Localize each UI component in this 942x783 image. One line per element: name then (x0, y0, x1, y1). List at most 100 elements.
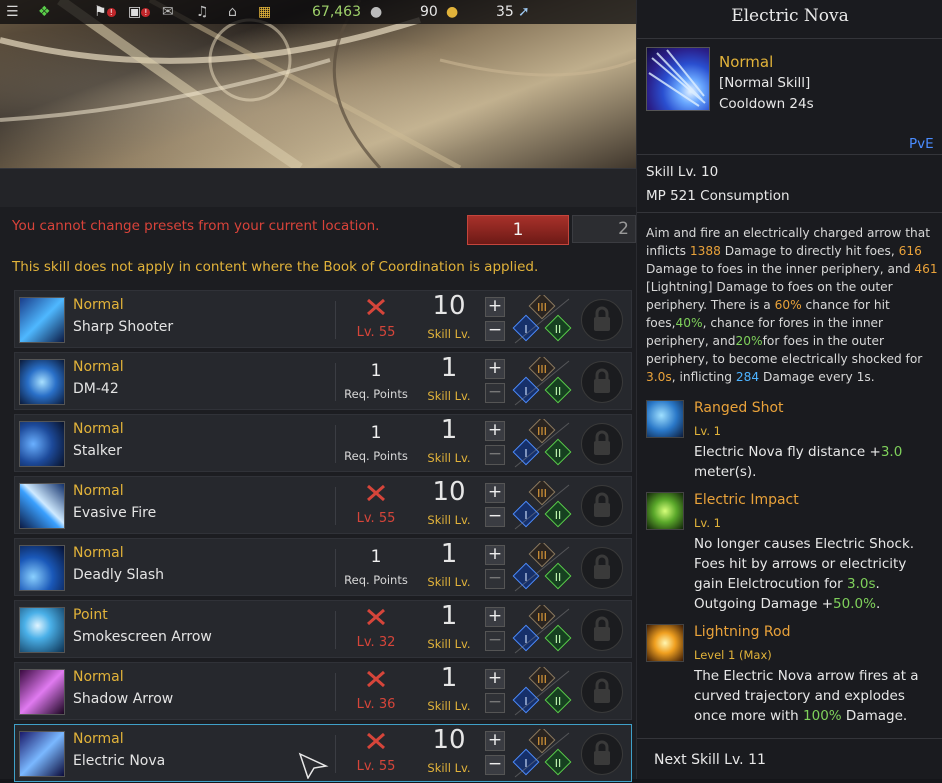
panel-header (0, 168, 636, 207)
level-up-button[interactable]: + (485, 297, 505, 317)
tooltip-mp-cost: MP 521 Consumption (646, 188, 790, 204)
skill-type: Normal (73, 731, 124, 747)
level-down-button[interactable]: − (485, 383, 505, 403)
skill-level-value: 10 (432, 291, 466, 321)
level-up-button[interactable]: + (485, 483, 505, 503)
skill-icon[interactable] (19, 483, 65, 529)
required-level: Lv. 32 (356, 635, 396, 650)
notification-bell-icon[interactable]: ♫ (196, 3, 209, 21)
divider (335, 549, 336, 587)
tripod-selector[interactable]: III I II (511, 295, 573, 347)
skill-type: Normal (73, 359, 124, 375)
tripod-selector[interactable]: III I II (511, 543, 573, 595)
skill-icon[interactable] (19, 607, 65, 653)
mail-icon[interactable]: ✉ (162, 3, 174, 21)
tripod-selector[interactable]: III I II (511, 357, 573, 409)
level-down-button[interactable]: − (485, 321, 505, 341)
preset-tab-1[interactable]: 1 (467, 215, 569, 245)
skill-level-box: 1 Skill Lv. (419, 539, 479, 597)
rune-slot-lock-icon[interactable] (581, 485, 623, 527)
skill-level-box: 1 Skill Lv. (419, 663, 479, 721)
tripod-selector[interactable]: III I II (511, 667, 573, 719)
skill-level-label: Skill Lv. (427, 699, 471, 713)
locked-cross-icon (367, 670, 385, 688)
divider (637, 154, 942, 155)
skill-requirement: Lv. 32 (341, 601, 411, 659)
level-up-button[interactable]: + (485, 669, 505, 689)
level-up-button[interactable]: + (485, 607, 505, 627)
tripod-lightning-rod-effect-2: curved trajectory and explodes (694, 688, 905, 704)
level-down-button[interactable]: − (485, 507, 505, 527)
required-points-label: Req. Points (344, 449, 408, 463)
level-down-button[interactable]: − (485, 445, 505, 465)
level-down-button[interactable]: − (485, 755, 505, 775)
level-down-button[interactable]: − (485, 631, 505, 651)
rune-slot-lock-icon[interactable] (581, 361, 623, 403)
lightning-rod-icon (646, 624, 684, 662)
skill-tooltip: Electric Nova Normal [Normal Skill] Cool… (636, 0, 942, 779)
tripod-selector[interactable]: III I II (511, 481, 573, 533)
svg-text:II: II (555, 695, 562, 708)
stronghold-home-icon[interactable]: ⌂ (228, 3, 237, 21)
level-up-button[interactable]: + (485, 359, 505, 379)
feather-amount: 35 (496, 4, 514, 20)
quest-icon[interactable]: ⚑! (94, 3, 116, 21)
rune-slot-lock-icon[interactable] (581, 671, 623, 713)
svg-text:III: III (537, 549, 547, 562)
divider (335, 487, 336, 525)
rune-slot-lock-icon[interactable] (581, 423, 623, 465)
level-up-button[interactable]: + (485, 545, 505, 565)
mailbox-icon[interactable]: ▣! (128, 3, 151, 21)
tripod-tier-1-icon: I (512, 562, 540, 590)
skill-icon[interactable] (19, 421, 65, 467)
skill-row[interactable]: Normal Stalker 1 Req. Points 1 Skill Lv.… (14, 414, 632, 472)
tripod-tier-3-icon: III (528, 419, 556, 444)
treasure-chest-icon[interactable]: ▦ (258, 3, 271, 21)
tripod-electric-impact-level: Lv. 1 (694, 516, 721, 530)
skill-row[interactable]: Normal DM-42 1 Req. Points 1 Skill Lv. +… (14, 352, 632, 410)
skill-level-label: Skill Lv. (427, 575, 471, 589)
tripod-tier-3-icon: III (528, 667, 556, 692)
skill-row[interactable]: Point Smokescreen Arrow Lv. 32 1 Skill L… (14, 600, 632, 658)
tripod-tier-1-icon: I (512, 686, 540, 714)
mouse-cursor-icon (298, 752, 329, 779)
locked-cross-icon (367, 732, 385, 750)
preset-tab-2[interactable]: 2 (572, 215, 636, 243)
skill-level-box: 1 Skill Lv. (419, 601, 479, 659)
tripod-ranged-shot-name: Ranged Shot (694, 400, 784, 416)
skill-row[interactable]: Normal Evasive Fire Lv. 55 10 Skill Lv. … (14, 476, 632, 534)
skill-type: Normal (73, 545, 124, 561)
svg-text:II: II (555, 509, 562, 522)
rune-slot-lock-icon[interactable] (581, 547, 623, 589)
skill-row[interactable]: Normal Shadow Arrow Lv. 36 1 Skill Lv. +… (14, 662, 632, 720)
rune-slot-lock-icon[interactable] (581, 609, 623, 651)
rune-slot-lock-icon[interactable] (581, 299, 623, 341)
tripod-ranged-shot-effect-2: meter(s). (694, 464, 757, 480)
rune-slot-lock-icon[interactable] (581, 733, 623, 775)
skill-icon[interactable] (19, 297, 65, 343)
tripod-selector[interactable]: III I II (511, 605, 573, 657)
skill-row[interactable]: Normal Deadly Slash 1 Req. Points 1 Skil… (14, 538, 632, 596)
level-up-button[interactable]: + (485, 421, 505, 441)
tooltip-skill-type: Normal (719, 53, 774, 71)
level-up-button[interactable]: + (485, 731, 505, 751)
skill-level-value: 10 (432, 477, 466, 507)
tripod-tier-3-icon: III (528, 729, 556, 754)
skill-icon[interactable] (19, 359, 65, 405)
skill-icon[interactable] (19, 545, 65, 591)
level-down-button[interactable]: − (485, 569, 505, 589)
guild-wings-icon[interactable]: ❖ (38, 3, 51, 21)
skill-icon[interactable] (19, 731, 65, 777)
skill-level-label: Skill Lv. (427, 389, 471, 403)
level-down-button[interactable]: − (485, 693, 505, 713)
skill-level-box: 10 Skill Lv. (419, 477, 479, 535)
skill-requirement: 1 Req. Points (341, 539, 411, 597)
tripod-electric-impact-effect-4: Outgoing Damage +50.0%. (694, 596, 881, 612)
tripod-lightning-rod-name: Lightning Rod (694, 624, 791, 640)
menu-icon[interactable]: ☰ (6, 3, 19, 21)
tripod-selector[interactable]: III I II (511, 419, 573, 471)
tripod-selector[interactable]: III I II (511, 729, 573, 781)
skill-row[interactable]: Normal Sharp Shooter Lv. 55 10 Skill Lv.… (14, 290, 632, 348)
divider (637, 212, 942, 213)
skill-icon[interactable] (19, 669, 65, 715)
